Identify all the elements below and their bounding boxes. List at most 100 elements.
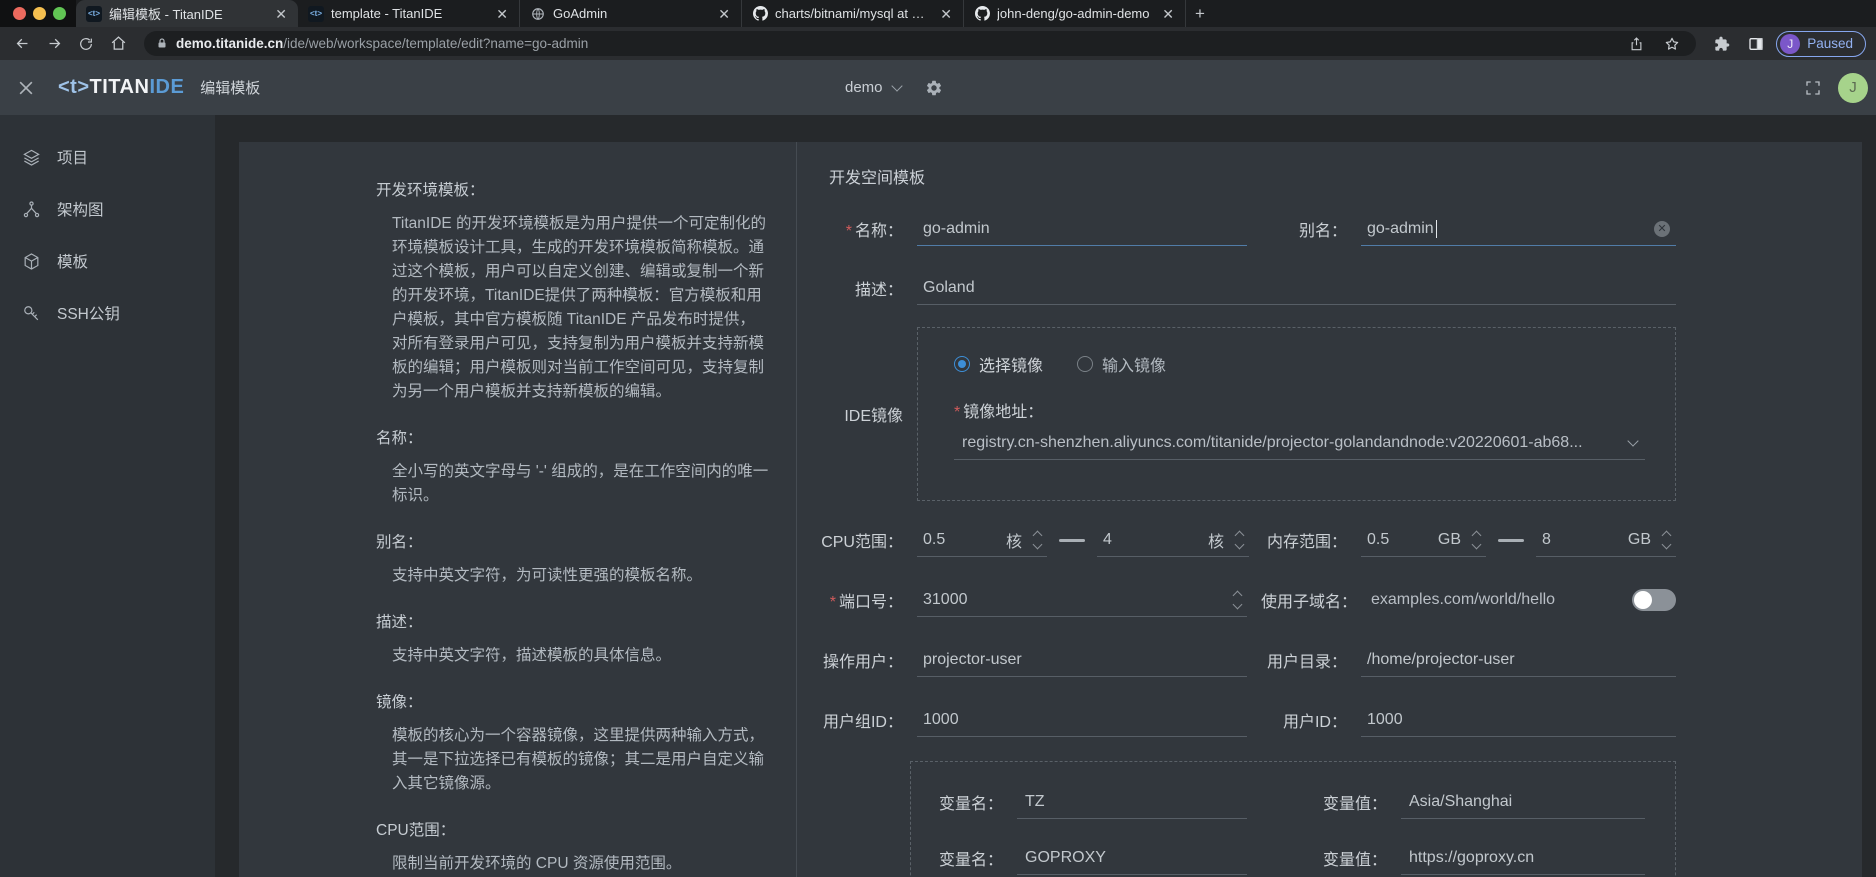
subdomain-value: examples.com/world/hello [1371, 591, 1555, 609]
sidebar-item-templates[interactable]: 模板 [0, 235, 215, 287]
cpu-min-input[interactable]: 0.5 核 [917, 523, 1047, 557]
select-chevron-icon[interactable] [1627, 435, 1638, 446]
form-title: 开发空间模板 [829, 164, 1676, 188]
browser-tab-mysql-chart[interactable]: charts/bitnami/mysql at master ✕ [742, 0, 964, 27]
minimize-window-button[interactable] [33, 7, 46, 20]
fullscreen-icon[interactable] [1804, 79, 1822, 97]
operator-user-input[interactable]: projector-user [917, 643, 1247, 677]
help-body: 限制当前开发环境的 CPU 资源使用范围。 [376, 852, 770, 876]
cpu-min-value: 0.5 [923, 531, 945, 549]
cpu-max-input[interactable]: 4 核 [1097, 523, 1249, 557]
stepper-icon[interactable] [1234, 592, 1241, 608]
description-input[interactable]: Goland [917, 271, 1676, 305]
sidebar-item-architecture[interactable]: 架构图 [0, 183, 215, 235]
memory-unit: GB [1438, 531, 1461, 549]
subdomain-toggle[interactable] [1632, 589, 1676, 611]
radio-label: 输入镜像 [1102, 352, 1166, 376]
help-heading: 描述： [376, 610, 770, 632]
radio-input-image[interactable]: 输入镜像 [1077, 352, 1166, 376]
var-value-value: Asia/Shanghai [1409, 793, 1512, 811]
forward-icon[interactable] [40, 31, 68, 57]
clear-icon[interactable]: ✕ [1654, 221, 1670, 237]
user-dir-input[interactable]: /home/projector-user [1361, 643, 1676, 677]
chevron-down-icon[interactable] [891, 80, 902, 91]
port-value: 31000 [923, 591, 968, 609]
sidebar-item-label: 项目 [57, 146, 88, 168]
stepper-icon[interactable] [1663, 532, 1670, 548]
workspace-selector[interactable]: demo [845, 79, 883, 96]
share-icon[interactable] [1622, 31, 1650, 57]
group-id-input[interactable]: 1000 [917, 703, 1247, 737]
logo-ide: IDE [149, 76, 184, 99]
page-title: 编辑模板 [200, 77, 260, 98]
tab-close-icon[interactable]: ✕ [272, 6, 290, 22]
radio-select-image[interactable]: 选择镜像 [954, 352, 1043, 376]
group-id-value: 1000 [923, 711, 959, 729]
sidebar-item-ssh-keys[interactable]: SSH公钥 [0, 287, 215, 339]
gear-icon[interactable] [925, 79, 943, 97]
browser-tab-go-admin-demo[interactable]: john-deng/go-admin-demo ✕ [964, 0, 1186, 27]
var-name-input[interactable]: TZ [1017, 785, 1247, 819]
extensions-icon[interactable] [1708, 31, 1736, 57]
edit-template-panel: 开发环境模板： TitanIDE 的开发环境模板是为用户提供一个可定制化的环境模… [239, 142, 1862, 877]
help-body: 模板的核心为一个容器镜像，这里提供两种输入方式，其一是下拉选择已有模板的镜像；其… [376, 724, 770, 796]
browser-tab-edit-template[interactable]: <t> 编辑模板 - TitanIDE ✕ [76, 0, 298, 27]
side-panel-icon[interactable] [1742, 31, 1770, 57]
memory-unit: GB [1628, 531, 1651, 549]
app-close-icon[interactable] [16, 78, 36, 98]
home-icon[interactable] [104, 31, 132, 57]
cube-icon [22, 252, 41, 271]
var-name-input[interactable]: GOPROXY [1017, 841, 1247, 875]
memory-max-input[interactable]: 8 GB [1536, 523, 1676, 557]
globe-icon [530, 6, 546, 22]
tab-close-icon[interactable]: ✕ [493, 6, 511, 22]
help-heading: 开发环境模板： [376, 178, 770, 200]
sidebar: 项目 架构图 模板 SSH公钥 [0, 115, 215, 877]
address-bar[interactable]: demo.titanide.cn/ide/web/workspace/templ… [144, 31, 1696, 56]
tab-close-icon[interactable]: ✕ [715, 6, 733, 22]
alias-label: 别名： [1256, 217, 1361, 241]
github-icon [752, 6, 768, 22]
cpu-unit: 核 [1208, 528, 1224, 552]
sidebar-item-projects[interactable]: 项目 [0, 131, 215, 183]
stepper-icon[interactable] [1034, 532, 1041, 548]
var-value-input[interactable]: Asia/Shanghai [1401, 785, 1645, 819]
alias-input[interactable]: go-admin ✕ [1361, 212, 1676, 246]
cpu-range-label: CPU范围： [797, 528, 917, 552]
alias-value: go-admin [1367, 220, 1434, 238]
memory-min-input[interactable]: 0.5 GB [1361, 523, 1486, 557]
image-address-select[interactable]: registry.cn-shenzhen.aliyuncs.com/titani… [954, 426, 1645, 460]
browser-tab-template[interactable]: <t> template - TitanIDE ✕ [298, 0, 520, 27]
help-body: 全小写的英文字母与 '-' 组成的，是在工作空间内的唯一标识。 [376, 460, 770, 508]
tab-title: GoAdmin [553, 6, 708, 21]
back-icon[interactable] [8, 31, 36, 57]
browser-tab-goadmin[interactable]: GoAdmin ✕ [520, 0, 742, 27]
titanide-favicon: <t> [308, 6, 324, 22]
tab-close-icon[interactable]: ✕ [937, 6, 955, 22]
radio-unselected-icon [1077, 356, 1093, 372]
close-window-button[interactable] [13, 7, 26, 20]
name-label: 名称： [797, 217, 917, 241]
help-body: TitanIDE 的开发环境模板是为用户提供一个可定制化的环境模板设计工具，生成… [376, 212, 770, 404]
bookmark-star-icon[interactable] [1658, 31, 1686, 57]
reload-icon[interactable] [72, 31, 100, 57]
help-heading: 名称： [376, 426, 770, 448]
tab-title: charts/bitnami/mysql at master [775, 6, 930, 21]
new-tab-button[interactable]: + [1186, 0, 1214, 27]
user-id-input[interactable]: 1000 [1361, 703, 1676, 737]
tab-close-icon[interactable]: ✕ [1159, 6, 1177, 22]
stepper-icon[interactable] [1473, 532, 1480, 548]
zoom-window-button[interactable] [53, 7, 66, 20]
name-input[interactable]: go-admin [917, 212, 1247, 246]
github-icon [974, 6, 990, 22]
image-address-value: registry.cn-shenzhen.aliyuncs.com/titani… [962, 434, 1629, 452]
var-name-value: GOPROXY [1025, 849, 1106, 867]
url-text: demo.titanide.cn/ide/web/workspace/templ… [176, 36, 1614, 51]
ide-image-box: 选择镜像 输入镜像 镜像地址： registry.cn-shenzhen.ali… [917, 327, 1676, 501]
stepper-icon[interactable] [1236, 532, 1243, 548]
profile-status-label: Paused [1807, 36, 1853, 51]
port-input[interactable]: 31000 [917, 583, 1247, 617]
browser-profile-button[interactable]: J Paused [1776, 31, 1866, 57]
var-value-input[interactable]: https://goproxy.cn [1401, 841, 1645, 875]
user-avatar[interactable]: J [1838, 73, 1868, 103]
